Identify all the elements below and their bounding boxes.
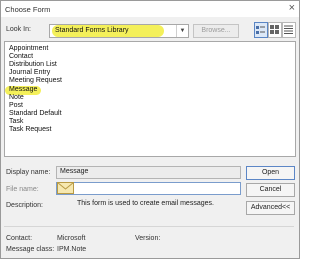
envelope-icon — [57, 182, 74, 196]
window-title: Choose Form — [5, 5, 51, 14]
cancel-button[interactable]: Cancel — [246, 183, 295, 197]
message-class-value: IPM.Note — [57, 246, 87, 253]
list-item[interactable]: Meeting Request — [9, 77, 62, 84]
list-item[interactable]: Note — [9, 94, 24, 101]
file-name-label: File name: — [6, 186, 39, 193]
display-name-label: Display name: — [6, 169, 51, 176]
large-icons-icon[interactable] — [254, 22, 268, 38]
contact-label: Contact: — [6, 235, 33, 242]
version-label: Version: — [135, 235, 161, 242]
list-item[interactable]: Distribution List — [9, 61, 57, 68]
browse-button[interactable]: Browse... — [193, 24, 239, 38]
look-in-dropdown[interactable]: Standard Forms Library ▼ — [49, 24, 189, 38]
form-list[interactable]: Appointment Contact Distribution List Jo… — [4, 41, 296, 157]
message-class-label: Message class: — [6, 246, 55, 253]
look-in-value: Standard Forms Library — [55, 27, 129, 34]
display-name-value: Message — [60, 168, 89, 175]
description-label: Description: — [6, 202, 43, 209]
list-item[interactable]: Contact — [9, 53, 33, 60]
separator — [4, 226, 294, 227]
list-item[interactable]: Journal Entry — [9, 69, 50, 76]
list-item-selected[interactable]: Message — [9, 86, 37, 93]
file-name-input[interactable] — [56, 182, 241, 195]
list-item[interactable]: Task Request — [9, 126, 51, 133]
list-item[interactable]: Standard Default — [9, 110, 62, 117]
title-bar: Choose Form × — [1, 1, 299, 17]
choose-form-dialog: Choose Form × Look In: Standard Forms Li… — [0, 0, 300, 259]
look-in-label: Look In: — [6, 26, 31, 33]
contact-value: Microsoft — [57, 235, 86, 242]
open-button[interactable]: Open — [246, 166, 295, 180]
small-icons-icon[interactable] — [268, 22, 282, 38]
description-text: This form is used to create email messag… — [77, 200, 214, 207]
advanced-button[interactable]: Advanced<< — [246, 201, 295, 215]
display-name-field: Message — [56, 166, 241, 179]
list-item[interactable]: Post — [9, 102, 23, 109]
list-item[interactable]: Appointment — [9, 45, 48, 52]
chevron-down-icon[interactable]: ▼ — [176, 25, 188, 37]
details-icon[interactable] — [282, 22, 296, 38]
list-item[interactable]: Task — [9, 118, 23, 125]
close-icon[interactable]: × — [289, 2, 295, 14]
